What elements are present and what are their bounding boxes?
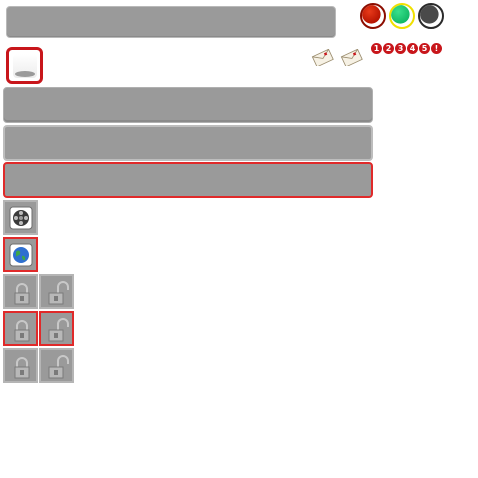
lock-closed-icon bbox=[14, 283, 30, 305]
number-chip-alert[interactable]: ! bbox=[431, 43, 442, 54]
lock-open-tile[interactable] bbox=[39, 348, 74, 383]
envelope-icon[interactable] bbox=[311, 49, 335, 66]
lock-open-icon bbox=[48, 281, 69, 305]
number-chip-4[interactable]: 4 bbox=[407, 43, 418, 54]
lock-open-icon bbox=[48, 318, 69, 342]
lock-closed-tile-selected[interactable] bbox=[3, 311, 38, 346]
lock-open-tile-selected[interactable] bbox=[39, 311, 74, 346]
toggle-face bbox=[13, 54, 37, 78]
lock-closed-tile[interactable] bbox=[3, 274, 38, 309]
globe-icon bbox=[9, 243, 33, 267]
number-chip-3[interactable]: 3 bbox=[395, 43, 406, 54]
green-circle-icon[interactable] bbox=[389, 3, 415, 29]
lock-open-tile[interactable] bbox=[39, 274, 74, 309]
film-reel-tile[interactable] bbox=[3, 200, 38, 235]
bar-field-3-selected[interactable] bbox=[3, 162, 373, 198]
top-text-field[interactable] bbox=[6, 6, 336, 38]
number-chip-5[interactable]: 5 bbox=[419, 43, 430, 54]
globe-tile-selected[interactable] bbox=[3, 237, 38, 272]
envelope-icon[interactable] bbox=[340, 49, 364, 66]
lock-closed-tile[interactable] bbox=[3, 348, 38, 383]
dark-circle-icon[interactable] bbox=[418, 3, 444, 29]
film-reel-icon bbox=[9, 206, 33, 230]
red-circle-icon[interactable] bbox=[360, 3, 386, 29]
pill-icon bbox=[15, 71, 35, 77]
bar-field-1[interactable] bbox=[3, 87, 373, 123]
lock-closed-icon bbox=[14, 357, 30, 379]
number-chip-1[interactable]: 1 bbox=[371, 43, 382, 54]
number-chip-2[interactable]: 2 bbox=[383, 43, 394, 54]
lock-open-icon bbox=[48, 355, 69, 379]
bar-field-2[interactable] bbox=[3, 125, 373, 161]
lock-closed-icon bbox=[14, 320, 30, 342]
pill-toggle-button[interactable] bbox=[6, 47, 43, 84]
